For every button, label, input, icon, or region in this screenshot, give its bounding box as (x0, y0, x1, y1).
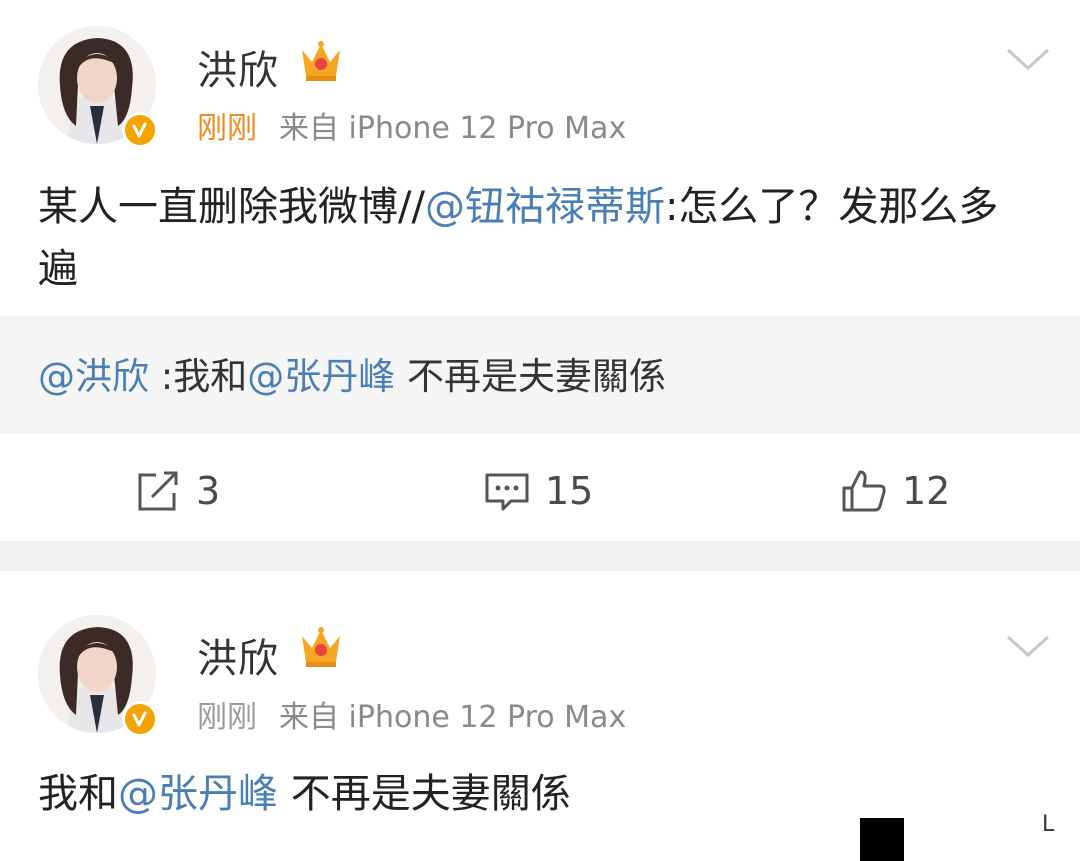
action-bar: 3 15 12 (0, 460, 1080, 522)
comment-button[interactable]: 15 (483, 460, 593, 522)
comment-count: 15 (545, 469, 594, 513)
post-meta: 刚刚 来自 iPhone 12 Pro Max (197, 692, 626, 736)
like-count: 12 (902, 469, 951, 513)
verified-badge-icon (122, 701, 158, 737)
crown-badge-icon (298, 626, 344, 670)
post-source: 来自 iPhone 12 Pro Max (279, 111, 627, 146)
post-text: 某人一直删除我微博//@钮祜禄蒂斯:怎么了？发那么多遍 (38, 176, 1010, 300)
post-time: 刚刚 (197, 700, 257, 735)
corner-mark: L (1042, 812, 1055, 837)
mention-link[interactable]: @洪欣 (38, 355, 149, 398)
chevron-down-icon[interactable] (1004, 44, 1052, 74)
post-text-segment: 某人一直删除我微博// (38, 184, 425, 230)
comment-icon (485, 473, 529, 511)
quoted-post[interactable]: @洪欣 :我和@张丹峰 不再是夫妻關係 (0, 316, 1080, 434)
post-meta: 刚刚 来自 iPhone 12 Pro Max (197, 103, 626, 147)
quoted-text: @洪欣 :我和@张丹峰 不再是夫妻關係 (38, 346, 666, 400)
weibo-post: 洪欣 刚刚 来自 iPhone 12 Pro Max 某人一直删除我微博//@钮祜… (0, 0, 1080, 541)
post-divider (0, 541, 1080, 571)
post-text-segment: 我和 (38, 771, 118, 817)
mention-link[interactable]: @张丹峰 (247, 355, 395, 398)
redaction-block (860, 818, 904, 861)
thumbs-up-icon (842, 470, 886, 512)
user-name[interactable]: 洪欣 (197, 626, 279, 684)
repost-count: 3 (196, 469, 221, 513)
post-time: 刚刚 (197, 111, 257, 146)
share-icon (138, 471, 178, 511)
repost-button[interactable]: 3 (134, 460, 220, 522)
mention-link[interactable]: @钮祜禄蒂斯 (425, 184, 665, 230)
weibo-post: 洪欣 刚刚 来自 iPhone 12 Pro Max 我和@张丹峰 不再是夫妻關係 (0, 571, 1080, 861)
avatar[interactable] (38, 26, 160, 148)
post-text-segment: 不再是夫妻關係 (278, 771, 571, 817)
like-button[interactable]: 12 (840, 460, 950, 522)
post-text: 我和@张丹峰 不再是夫妻關係 (38, 763, 1010, 825)
quoted-text-segment: 不再是夫妻關係 (395, 355, 666, 398)
post-source: 来自 iPhone 12 Pro Max (279, 700, 627, 735)
chevron-down-icon[interactable] (1004, 631, 1052, 661)
avatar[interactable] (38, 615, 160, 737)
mention-link[interactable]: @张丹峰 (118, 771, 278, 817)
crown-badge-icon (298, 40, 344, 84)
user-name[interactable]: 洪欣 (197, 38, 279, 96)
quoted-text-segment: :我和 (149, 355, 248, 398)
verified-badge-icon (122, 112, 158, 148)
